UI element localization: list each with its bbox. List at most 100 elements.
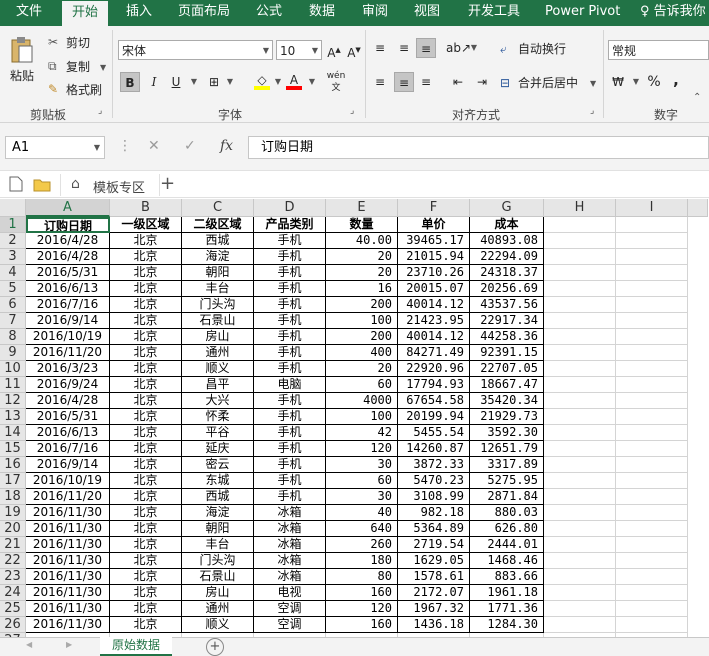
grid-cell[interactable]: 北京	[110, 345, 182, 361]
grid-cell[interactable]: 手机	[254, 329, 326, 345]
scroll-right-icon[interactable]: ▶	[66, 640, 72, 649]
align-bottom-icon[interactable]: ≡	[416, 38, 436, 58]
grid-cell[interactable]: 3317.89	[470, 457, 544, 473]
grid-cell[interactable]: 手机	[254, 425, 326, 441]
grid-cell[interactable]	[544, 297, 616, 313]
grid-cell[interactable]: 23710.26	[398, 265, 470, 281]
grid-cell[interactable]: 160	[326, 617, 398, 633]
tab-file[interactable]: 文件	[16, 0, 42, 26]
row-header[interactable]: 21	[0, 537, 26, 553]
tab-view[interactable]: 视图	[414, 0, 440, 26]
grid-cell[interactable]: 北京	[110, 233, 182, 249]
grid-cell[interactable]: 3872.33	[398, 457, 470, 473]
grid-cell[interactable]: 冰箱	[254, 569, 326, 585]
row-header[interactable]: 19	[0, 505, 26, 521]
grid-cell[interactable]: 1967.32	[398, 601, 470, 617]
grid-cell[interactable]	[544, 457, 616, 473]
percent-style-button[interactable]: %	[644, 72, 664, 92]
grid-cell[interactable]: 2444.01	[470, 537, 544, 553]
grid-cell[interactable]: 2719.54	[398, 537, 470, 553]
grid-cell[interactable]: 20	[326, 361, 398, 377]
tab-page-layout[interactable]: 页面布局	[178, 0, 230, 26]
grid-cell[interactable]: 北京	[110, 281, 182, 297]
grid-cell[interactable]: 84271.49	[398, 345, 470, 361]
header-cell[interactable]: 数量	[326, 217, 398, 233]
grid-cell[interactable]: 朝阳	[182, 521, 254, 537]
paste-button[interactable]: 粘贴	[6, 34, 40, 96]
grid-cell[interactable]	[616, 265, 688, 281]
grid-cell[interactable]	[544, 505, 616, 521]
grid-cell[interactable]: 2016/11/30	[26, 569, 110, 585]
tab-insert[interactable]: 插入	[126, 0, 152, 26]
grid-cell[interactable]	[616, 361, 688, 377]
column-header[interactable]: H	[544, 199, 616, 217]
column-header[interactable]: C	[182, 199, 254, 217]
grid-cell[interactable]: 22294.09	[470, 249, 544, 265]
tab-developer[interactable]: 开发工具	[468, 0, 520, 26]
row-header[interactable]: 4	[0, 265, 26, 281]
grid-cell[interactable]: 1961.18	[470, 585, 544, 601]
grid-cell[interactable]	[544, 409, 616, 425]
grid-cell[interactable]: 门头沟	[182, 553, 254, 569]
chevron-down-icon[interactable]: ▼	[184, 72, 204, 92]
grid-cell[interactable]: 260	[326, 537, 398, 553]
grid-cell[interactable]: 北京	[110, 457, 182, 473]
row-header[interactable]: 10	[0, 361, 26, 377]
grid-cell[interactable]	[544, 601, 616, 617]
grid-cell[interactable]: 朝阳	[182, 265, 254, 281]
grid-cell[interactable]: 40014.12	[398, 329, 470, 345]
grid-cell[interactable]: 40014.12	[398, 297, 470, 313]
grid-cell[interactable]: 35420.34	[470, 393, 544, 409]
grid-cell[interactable]: 2016/5/31	[26, 409, 110, 425]
grid-cell[interactable]: 通州	[182, 345, 254, 361]
copy-button[interactable]: ⧉ 复制 ▼	[48, 58, 108, 76]
grid-cell[interactable]	[616, 521, 688, 537]
grid-cell[interactable]	[616, 489, 688, 505]
grid-cell[interactable]: 2016/4/28	[26, 233, 110, 249]
grid-cell[interactable]: 东城	[182, 473, 254, 489]
grid-cell[interactable]	[616, 601, 688, 617]
grid-cell[interactable]: 北京	[110, 505, 182, 521]
grid-cell[interactable]: 手机	[254, 297, 326, 313]
grid-cell[interactable]: 冰箱	[254, 553, 326, 569]
grid-cell[interactable]: 3108.99	[398, 489, 470, 505]
chevron-down-icon[interactable]: ▼	[626, 72, 646, 92]
grid-cell[interactable]: 60	[326, 377, 398, 393]
grid-cell[interactable]: 18667.47	[470, 377, 544, 393]
grid-cell[interactable]: 43537.56	[470, 297, 544, 313]
grid-cell[interactable]: 44258.36	[470, 329, 544, 345]
grid-cell[interactable]	[616, 457, 688, 473]
collapse-ribbon-icon[interactable]: ⌃	[693, 92, 701, 103]
row-header[interactable]: 17	[0, 473, 26, 489]
grid-cell[interactable]	[544, 377, 616, 393]
grid-cell[interactable]: 20	[326, 249, 398, 265]
grow-font-icon[interactable]: A▲	[324, 40, 344, 60]
column-header[interactable]: E	[326, 199, 398, 217]
grid-cell[interactable]: 平谷	[182, 425, 254, 441]
grid-cell[interactable]: 冰箱	[254, 505, 326, 521]
dialog-launcher-icon[interactable]: ⌟	[350, 106, 354, 116]
grid-cell[interactable]: 北京	[110, 377, 182, 393]
grid-cell[interactable]: 空调	[254, 617, 326, 633]
grid-cell[interactable]: 北京	[110, 313, 182, 329]
column-header[interactable]: G	[470, 199, 544, 217]
grid-cell[interactable]: 顺义	[182, 361, 254, 377]
grid-cell[interactable]: 北京	[110, 617, 182, 633]
grid-cell[interactable]	[544, 345, 616, 361]
grid-cell[interactable]: 180	[326, 553, 398, 569]
grid-cell[interactable]: 手机	[254, 233, 326, 249]
grid-cell[interactable]: 冰箱	[254, 521, 326, 537]
grid-cell[interactable]: 22707.05	[470, 361, 544, 377]
grid-cell[interactable]: 16	[326, 281, 398, 297]
grid-cell[interactable]: 40.00	[326, 233, 398, 249]
grid-cell[interactable]: 通州	[182, 601, 254, 617]
column-header[interactable]: F	[398, 199, 470, 217]
grid-cell[interactable]	[544, 473, 616, 489]
align-left-icon[interactable]: ≡	[370, 72, 390, 92]
grid-cell[interactable]: 手机	[254, 393, 326, 409]
increase-indent-icon[interactable]: ⇥	[472, 72, 492, 92]
add-tab-button[interactable]: +	[160, 173, 175, 194]
wrap-text-button[interactable]: ⤶ 自动换行	[500, 39, 600, 59]
row-header[interactable]: 26	[0, 617, 26, 633]
grid-cell[interactable]: 1284.30	[470, 617, 544, 633]
